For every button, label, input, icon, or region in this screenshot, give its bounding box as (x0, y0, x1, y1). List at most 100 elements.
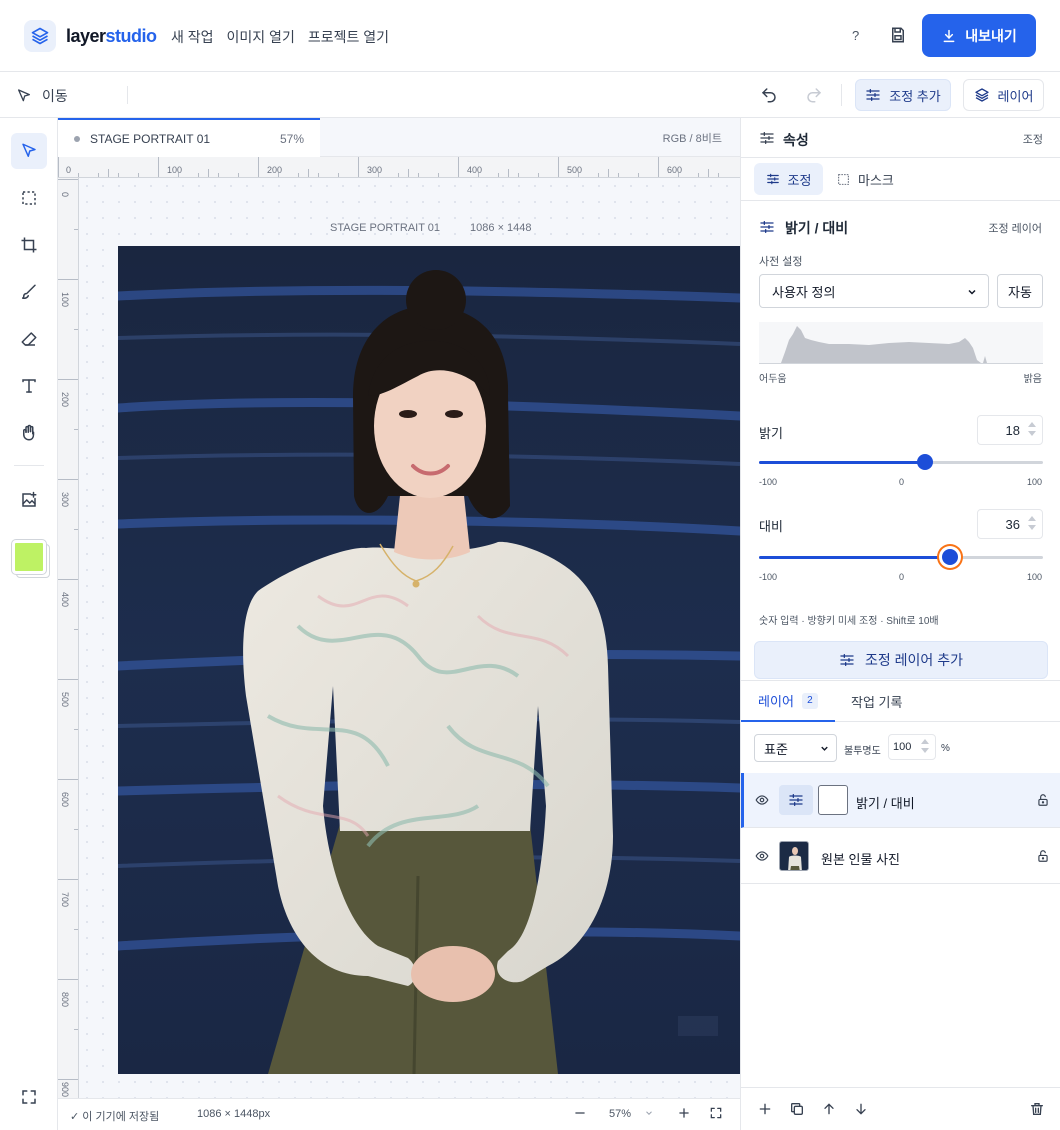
hand-tool[interactable] (11, 415, 47, 451)
menu-open-image[interactable]: 이미지 열기 (227, 27, 295, 47)
ruler-label: 300 (60, 492, 70, 508)
document-tab-zoom: 57% (279, 131, 304, 146)
opacity-label: 불투명도 (844, 746, 881, 757)
horizontal-ruler: 0 100 200 300 400 500 600 (58, 157, 740, 178)
histogram-dark-label: 어두움 (759, 374, 787, 385)
unlock-icon[interactable] (1036, 849, 1050, 863)
adjustment-layer-icon (779, 785, 813, 815)
brush-tool[interactable] (11, 274, 47, 310)
ruler-ticks (58, 157, 719, 177)
contrast-slider-fill (759, 556, 950, 559)
chevron-down-icon (968, 289, 976, 295)
eraser-tool[interactable] (11, 321, 47, 357)
eye-icon[interactable] (755, 793, 769, 807)
brightness-slider-knob[interactable] (917, 454, 933, 470)
add-image-tool[interactable] (11, 482, 47, 518)
histogram-light-label: 밝음 (1023, 374, 1042, 385)
preset-value: 사용자 정의 (772, 284, 836, 300)
help-button[interactable]: ? (852, 28, 859, 43)
export-button[interactable]: 내보내기 (922, 14, 1036, 57)
preset-select[interactable]: 사용자 정의 (759, 274, 989, 308)
redo-icon[interactable] (805, 86, 823, 104)
fullscreen-icon[interactable] (20, 1088, 38, 1106)
contrast-slider[interactable] (759, 549, 1043, 565)
canvas-stage[interactable]: STAGE PORTRAIT 01 1086 × 1448 (79, 178, 740, 1098)
trash-icon[interactable] (1029, 1101, 1045, 1117)
ruler-label: 100 (167, 165, 183, 175)
duplicate-icon[interactable] (789, 1101, 805, 1117)
ruler-label: 400 (467, 165, 483, 175)
menu-open-project[interactable]: 프로젝트 열기 (308, 27, 389, 47)
image-dimensions: 1086 × 1448px (197, 1108, 271, 1120)
marquee-icon (22, 191, 36, 205)
spinner-icon[interactable] (921, 739, 929, 757)
zoom-level[interactable]: 57% (609, 1108, 631, 1120)
spinner-icon[interactable] (1028, 516, 1036, 534)
layers-button[interactable]: 레이어 (963, 79, 1044, 111)
add-adjustment-layer-button[interactable]: 조정 레이어 추가 (754, 641, 1048, 679)
foreground-color-swatch[interactable] (12, 540, 46, 574)
slider-min: -100 (759, 477, 778, 487)
brightness-slider[interactable] (759, 454, 1043, 470)
text-tool[interactable] (11, 368, 47, 404)
histogram-graph (781, 326, 987, 363)
spinner-icon[interactable] (1028, 422, 1036, 440)
ruler-label: 700 (60, 892, 70, 908)
add-adjustment-layer-label: 조정 레이어 추가 (865, 652, 963, 668)
segment-mask[interactable]: 마스크 (837, 163, 907, 195)
document-tab[interactable]: STAGE PORTRAIT 01 57% (58, 118, 320, 157)
move-up-icon[interactable] (821, 1101, 837, 1117)
document-tab-title: STAGE PORTRAIT 01 (90, 131, 211, 146)
menu-new-work[interactable]: 새 작업 (171, 27, 214, 47)
select-tool[interactable] (11, 133, 47, 169)
layer-row[interactable]: 밝기 / 대비 (741, 773, 1060, 828)
fit-screen-icon[interactable] (709, 1106, 723, 1120)
status-bar: ✓ 이 기기에 저장됨 1086 × 1448px 57% (58, 1098, 740, 1130)
divider (841, 84, 842, 106)
brightness-input[interactable]: 18 (977, 415, 1043, 445)
save-icon[interactable] (889, 26, 907, 44)
layer-name: 밝기 / 대비 (856, 796, 915, 811)
tab-history[interactable]: 작업 기록 (851, 681, 902, 722)
opacity-input[interactable]: 100 (888, 734, 936, 760)
app-brand: layerstudio (66, 26, 157, 46)
text-icon (22, 379, 36, 393)
tools-sidebar (0, 118, 58, 1130)
canvas-caption: STAGE PORTRAIT 01 1086 × 1448 (330, 222, 532, 234)
marquee-tool[interactable] (11, 180, 47, 216)
unlock-icon[interactable] (1036, 793, 1050, 807)
auto-button[interactable]: 자동 (997, 274, 1043, 308)
undo-icon[interactable] (760, 86, 778, 104)
zoom-in-icon[interactable] (677, 1106, 691, 1120)
contrast-slider-knob[interactable] (942, 549, 958, 565)
add-image-icon (22, 491, 37, 507)
eye-icon[interactable] (755, 849, 769, 863)
divider (127, 86, 128, 104)
move-tool-option[interactable]: 이동 (16, 86, 68, 106)
move-down-icon[interactable] (853, 1101, 869, 1117)
layers-icon (974, 88, 989, 102)
layer-row[interactable]: 원본 인물 사진 (741, 829, 1060, 884)
segment-adjust-label: 조정 (787, 172, 812, 188)
portrait-photo[interactable] (118, 246, 740, 1074)
chevron-down-icon[interactable] (644, 1108, 654, 1118)
contrast-input[interactable]: 36 (977, 509, 1043, 539)
add-adjustment-label: 조정 추가 (889, 88, 941, 104)
tab-layers[interactable]: 레이어 2 (741, 681, 835, 722)
canvas-area: STAGE PORTRAIT 01 57% RGB / 8비트 0 100 20… (58, 118, 740, 1098)
crop-tool[interactable] (11, 227, 47, 263)
color-mode: RGB / 8비트 (662, 133, 722, 145)
properties-title: 속성 (783, 132, 809, 148)
zoom-out-icon[interactable] (573, 1106, 587, 1120)
add-adjustment-button[interactable]: 조정 추가 (855, 79, 951, 111)
ruler-label: 900 (60, 1082, 70, 1098)
hand-icon (23, 424, 35, 441)
ruler-label: 300 (367, 165, 383, 175)
preset-label: 사전 설정 (759, 256, 803, 268)
contrast-label: 대비 (759, 519, 783, 534)
add-layer-icon[interactable] (757, 1101, 773, 1117)
ruler-label: 100 (60, 292, 70, 308)
blend-mode-select[interactable]: 표준 (754, 734, 837, 762)
opacity-value: 100 (893, 741, 912, 753)
segment-adjust[interactable]: 조정 (754, 163, 823, 195)
